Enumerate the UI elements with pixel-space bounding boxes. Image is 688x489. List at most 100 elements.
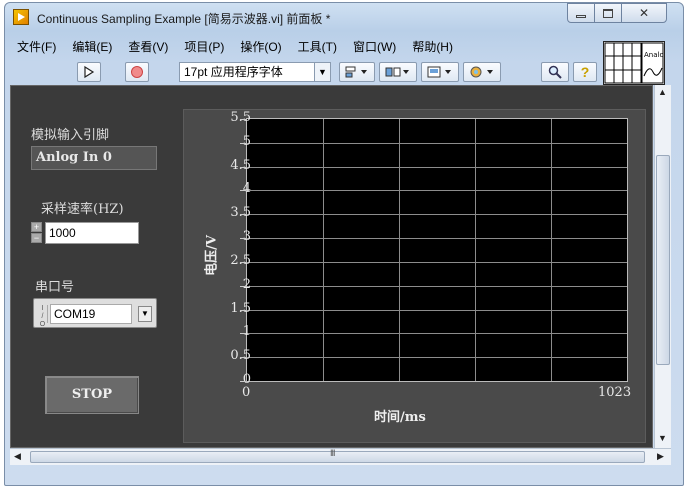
- grid-line-horizontal: [247, 333, 627, 335]
- menu-file[interactable]: 文件(F): [9, 37, 64, 57]
- y-tick-mark: [240, 190, 246, 192]
- minimize-icon: [576, 14, 586, 18]
- x-axis-label: 时间/ms: [374, 410, 426, 425]
- y-tick-mark: [240, 285, 246, 287]
- svg-text:Analog: Analog: [644, 51, 664, 59]
- grid-line-horizontal: [247, 142, 627, 144]
- vertical-scrollbar[interactable]: ▲ ▼: [654, 85, 671, 448]
- y-tick-label: 0.5: [230, 348, 251, 364]
- menu-tools[interactable]: 工具(T): [290, 37, 345, 57]
- grid-line-horizontal: [247, 166, 627, 168]
- close-icon: ✕: [638, 6, 650, 20]
- status-bar: [4, 466, 676, 482]
- menu-project[interactable]: 项目(P): [176, 37, 232, 57]
- grid-line-horizontal: [247, 214, 627, 216]
- reorder-button[interactable]: [463, 62, 501, 82]
- y-tick-label: 3.5: [230, 205, 251, 221]
- run-button[interactable]: [77, 62, 101, 82]
- minimize-button[interactable]: [567, 3, 595, 23]
- menu-edit[interactable]: 编辑(E): [64, 37, 120, 57]
- search-button[interactable]: [541, 62, 569, 82]
- align-icon: [345, 66, 367, 78]
- font-selector-value: 17pt 应用程序字体: [184, 65, 283, 79]
- grid-line-horizontal: [247, 285, 627, 287]
- y-tick-mark: [240, 119, 246, 120]
- grid-line-vertical: [475, 119, 476, 381]
- plot-area[interactable]: [246, 118, 628, 382]
- scroll-right-arrow-icon[interactable]: ▶: [657, 451, 664, 462]
- close-button[interactable]: ✕: [621, 3, 667, 23]
- vertical-scroll-thumb[interactable]: [656, 155, 670, 365]
- front-panel: 模拟输入引脚 Anlog In 0 采样速率(HZ) + − 1000 串口号 …: [10, 85, 653, 448]
- analog-input-label: 模拟输入引脚: [31, 128, 110, 143]
- chevron-down-icon[interactable]: ▼: [138, 306, 152, 322]
- menu-bar: 文件(F) 编辑(E) 查看(V) 项目(P) 操作(O) 工具(T) 窗口(W…: [9, 37, 599, 57]
- sample-rate-label: 采样速率(HZ): [41, 202, 124, 217]
- vi-connector-pane-icon: Analog: [604, 42, 668, 84]
- y-tick-label: 4: [242, 181, 251, 197]
- reorder-icon: [470, 66, 493, 78]
- y-tick-label: 5.5: [230, 110, 251, 125]
- title-bar[interactable]: Continuous Sampling Example [简易示波器.vi] 前…: [5, 3, 683, 31]
- menu-view[interactable]: 查看(V): [120, 37, 176, 57]
- menu-window[interactable]: 窗口(W): [345, 37, 404, 57]
- horizontal-scroll-thumb[interactable]: [30, 451, 645, 463]
- align-objects-button[interactable]: [339, 62, 375, 82]
- analog-input-indicator: Anlog In 0: [31, 146, 157, 170]
- font-selector[interactable]: 17pt 应用程序字体 ▼: [179, 62, 331, 82]
- scroll-down-arrow-icon[interactable]: ▼: [658, 433, 667, 443]
- grid-line-horizontal: [247, 190, 627, 192]
- grid-line-vertical: [323, 119, 324, 381]
- vi-icon[interactable]: Analog: [603, 41, 668, 85]
- abort-icon: [131, 66, 143, 78]
- grid-line-horizontal: [247, 357, 627, 359]
- y-tick-mark: [240, 142, 246, 144]
- increment-arrow-icon[interactable]: +: [31, 222, 42, 232]
- y-tick-mark: [240, 214, 246, 216]
- y-tick-label: 1: [242, 324, 251, 340]
- scroll-grip: III: [330, 448, 335, 458]
- maximize-icon: [603, 8, 613, 18]
- y-tick-mark: [240, 333, 246, 335]
- y-tick-label: 4.5: [230, 157, 251, 173]
- distribute-objects-button[interactable]: [379, 62, 417, 82]
- menu-help[interactable]: 帮助(H): [404, 37, 461, 57]
- grid-line-vertical: [551, 119, 552, 381]
- y-tick-label: 5: [242, 133, 251, 149]
- sample-rate-input[interactable]: 1000: [45, 222, 139, 244]
- grid-line-horizontal: [247, 261, 627, 263]
- menu-operate[interactable]: 操作(O): [232, 37, 289, 57]
- help-icon: ?: [580, 64, 590, 80]
- resize-icon: [427, 66, 451, 78]
- horizontal-scrollbar[interactable]: ◀ III ▶: [10, 448, 671, 465]
- y-tick-mark: [240, 166, 246, 168]
- scroll-left-arrow-icon[interactable]: ◀: [14, 451, 21, 462]
- window-title: Continuous Sampling Example [简易示波器.vi] 前…: [37, 12, 331, 26]
- search-icon: [548, 65, 562, 79]
- context-help-button[interactable]: ?: [573, 62, 597, 82]
- serial-port-label: 串口号: [35, 280, 75, 295]
- stop-button[interactable]: STOP: [45, 376, 139, 414]
- x-tick-label: 0: [242, 385, 251, 400]
- y-tick-mark: [240, 309, 246, 311]
- scroll-up-arrow-icon[interactable]: ▲: [658, 87, 667, 97]
- abort-button[interactable]: [125, 62, 149, 82]
- serial-port-value[interactable]: COM19: [50, 304, 132, 324]
- run-arrow-icon: [84, 65, 95, 79]
- y-tick-label: 2: [242, 276, 251, 292]
- y-tick-label: 1.5: [230, 300, 251, 316]
- x-tick-label: 1023: [598, 385, 632, 400]
- maximize-button[interactable]: [594, 3, 622, 23]
- y-tick-label: 2.5: [230, 252, 251, 268]
- distribute-icon: [385, 67, 409, 77]
- resize-objects-button[interactable]: [421, 62, 459, 82]
- labview-app-icon: [13, 9, 29, 25]
- visa-io-icon: I / O: [38, 305, 48, 328]
- grid-line-horizontal: [247, 238, 627, 240]
- decrement-arrow-icon[interactable]: −: [31, 233, 42, 243]
- serial-port-control[interactable]: I / O COM19 ▼: [33, 298, 157, 328]
- y-tick-mark: [240, 238, 246, 240]
- y-tick-mark: [240, 381, 246, 382]
- y-tick-mark: [240, 261, 246, 263]
- grid-line-horizontal: [247, 309, 627, 311]
